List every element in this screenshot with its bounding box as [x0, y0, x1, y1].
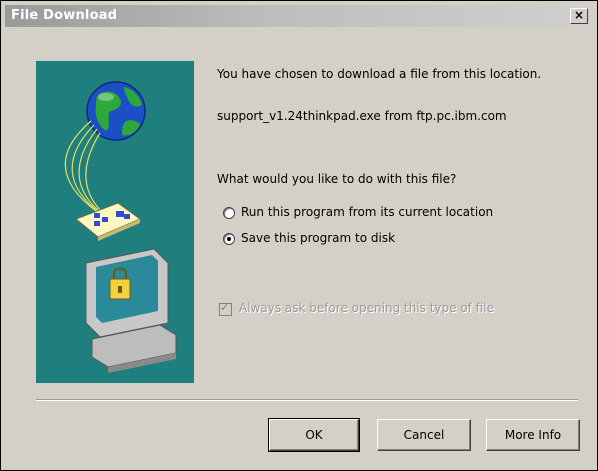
run-radio[interactable]: [223, 207, 235, 219]
button-separator: [36, 399, 578, 401]
run-option-label[interactable]: Run this program from its current locati…: [241, 205, 493, 219]
computer-lock-icon: [85, 248, 177, 373]
window-title: File Download: [11, 8, 118, 23]
file-download-dialog: File Download × You have chosen to downl…: [0, 0, 598, 471]
save-radio[interactable]: [223, 233, 235, 245]
save-radio-dot: [227, 237, 231, 241]
save-option-label[interactable]: Save this program to disk: [241, 231, 395, 245]
download-illustration: [36, 61, 194, 383]
close-icon: ×: [573, 8, 585, 22]
checkmark-icon: ✓: [220, 302, 230, 314]
intro-text: You have chosen to download a file from …: [217, 67, 542, 81]
cancel-button[interactable]: Cancel: [377, 419, 471, 451]
title-bar[interactable]: File Download ×: [5, 5, 591, 27]
file-source-text: support_v1.24thinkpad.exe from ftp.pc.ib…: [217, 109, 507, 123]
close-button[interactable]: ×: [570, 8, 588, 24]
question-text: What would you like to do with this file…: [217, 172, 457, 186]
ok-button[interactable]: OK: [268, 418, 360, 452]
always-ask-checkbox[interactable]: ✓: [219, 302, 232, 316]
always-ask-label: Always ask before opening this type of f…: [239, 301, 494, 315]
more-info-button[interactable]: More Info: [486, 419, 580, 451]
